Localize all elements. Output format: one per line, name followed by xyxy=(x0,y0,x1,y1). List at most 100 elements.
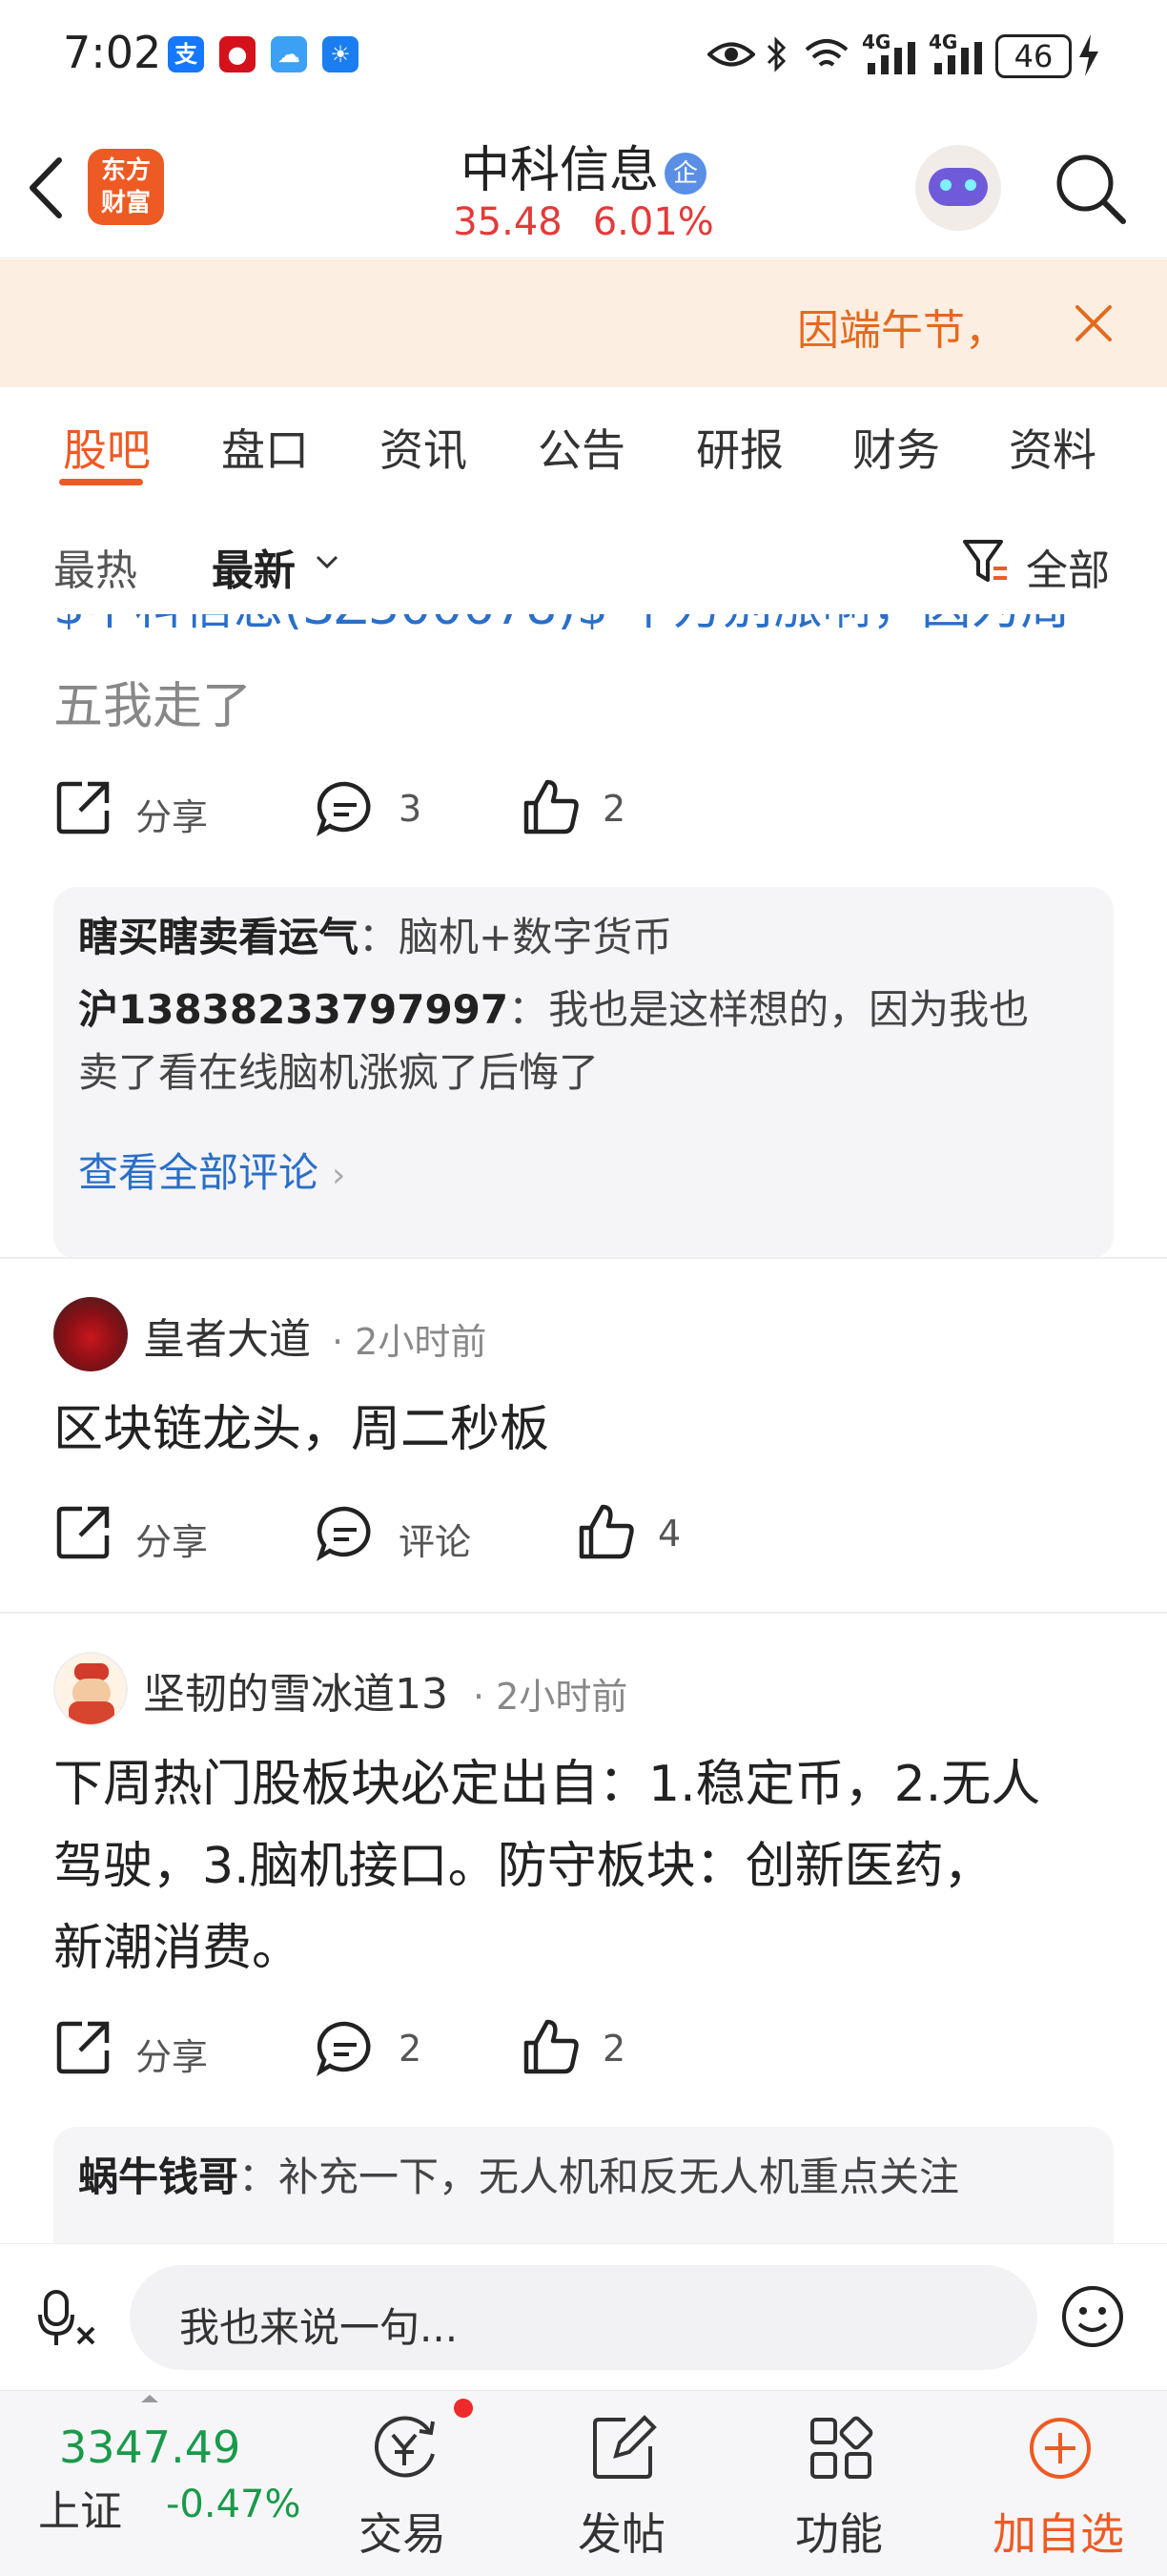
tab-research[interactable]: 研报 xyxy=(696,416,784,479)
nav-post[interactable]: 发帖 xyxy=(526,2391,717,2576)
share-label[interactable]: 分享 xyxy=(135,788,208,840)
tab-finance[interactable]: 财务 xyxy=(852,416,940,479)
stock-header: 东方 财富 中科信息企 35.48 6.01% xyxy=(0,113,1167,258)
holiday-notice-banner: 因端午节， xyxy=(0,259,1167,387)
post-1-body-top: $中科信息(SZ300678)$ 千万别涨啊，因为周 xyxy=(53,614,1131,629)
tab-guba[interactable]: 股吧 xyxy=(63,416,151,479)
apps-grid-icon xyxy=(810,2416,873,2479)
avatar[interactable] xyxy=(53,1297,128,1371)
search-icon[interactable] xyxy=(1053,151,1129,227)
stock-change: 6.01% xyxy=(592,200,714,244)
post-3-body-line: 新潮消费。 xyxy=(53,1920,302,1977)
comment-icon[interactable] xyxy=(315,2018,376,2079)
reply-user[interactable]: 蜗牛钱哥 xyxy=(78,2154,238,2200)
close-icon[interactable] xyxy=(1074,303,1114,343)
post-time-value: 2小时前 xyxy=(496,1676,628,1718)
battery-icon: 46 xyxy=(995,34,1072,78)
reply-user[interactable]: 沪13838233797997 xyxy=(78,986,508,1033)
reply-box[interactable]: 蜗牛钱哥：补充一下，无人机和反无人机重点关注 xyxy=(53,2127,1114,2243)
sort-filter-bar: 最热 最新 全部 xyxy=(0,498,1167,614)
sort-hot[interactable]: 最热 xyxy=(53,536,137,597)
bluetooth-icon xyxy=(767,36,787,72)
status-bar: 7:02 支 ● ☁ ☀ 4G 4G 46 xyxy=(0,0,1167,113)
robot-assistant-icon[interactable] xyxy=(915,145,1001,231)
index-change: -0.47% xyxy=(166,2483,301,2526)
status-time: 7:02 xyxy=(63,27,162,78)
enterprise-badge: 企 xyxy=(665,153,706,195)
nav-trade[interactable]: 交易 xyxy=(307,2391,498,2576)
share-icon[interactable] xyxy=(53,778,113,837)
reply-user[interactable]: 瞎买瞎卖看运气 xyxy=(78,914,358,960)
weather-app-icon: ☀ xyxy=(322,36,358,72)
reply-box[interactable]: 瞎买瞎卖看运气：脑机+数字货币 沪13838233797997：我也是这样想的，… xyxy=(53,887,1114,1259)
signal-icon-2 xyxy=(934,42,982,74)
comment-count[interactable]: 3 xyxy=(399,788,421,830)
share-icon[interactable] xyxy=(53,1503,113,1562)
like-count[interactable]: 4 xyxy=(658,1513,681,1555)
tab-profile[interactable]: 资料 xyxy=(1009,416,1096,479)
author-name[interactable]: 坚韧的雪冰道13 xyxy=(143,1659,448,1721)
signal-icon-1 xyxy=(868,42,915,74)
add-watch-label: 加自选 xyxy=(993,2508,1124,2560)
filter-all[interactable]: 全部 xyxy=(1026,536,1110,597)
share-label[interactable]: 分享 xyxy=(135,2028,208,2080)
post-feed[interactable]: $中科信息(SZ300678)$ 千万别涨啊，因为周 五我走了 分享 3 2 瞎… xyxy=(0,614,1167,2243)
like-icon[interactable] xyxy=(521,2016,582,2077)
index-name: 上证 xyxy=(38,2487,122,2536)
sort-latest[interactable]: 最新 xyxy=(212,536,296,597)
view-all-label: 查看全部评论 xyxy=(78,1149,319,1196)
comment-label[interactable]: 评论 xyxy=(399,1513,471,1565)
reply-line: 瞎买瞎卖看运气：脑机+数字货币 xyxy=(78,906,672,969)
filter-icon[interactable] xyxy=(961,536,1011,587)
comment-icon[interactable] xyxy=(315,1503,376,1564)
post-2-body[interactable]: 区块链龙头，周二秒板 xyxy=(53,1389,549,1471)
index-ticker[interactable]: 3347.49 上证 -0.47% xyxy=(0,2391,324,2576)
post-time-value: 2小时前 xyxy=(355,1321,487,1363)
emoji-icon[interactable] xyxy=(1060,2284,1125,2349)
share-icon[interactable] xyxy=(53,2018,113,2077)
comment-input[interactable]: 我也来说一句... xyxy=(130,2265,1037,2370)
charging-icon xyxy=(1079,34,1098,76)
add-to-watchlist-button[interactable]: 加自选 xyxy=(963,2391,1154,2576)
eye-icon xyxy=(707,42,755,67)
reply-text-cont: 卖了看在线脑机涨疯了后悔了 xyxy=(78,1049,600,1096)
comment-input-placeholder: 我也来说一句... xyxy=(179,2304,459,2351)
like-icon[interactable] xyxy=(576,1501,637,1562)
nav-post-label: 发帖 xyxy=(578,2508,665,2560)
chevron-down-icon[interactable] xyxy=(315,553,339,570)
post-3-body[interactable]: 下周热门股板块必定出自：1.稳定币，2.无人 驾驶，3.脑机接口。防守板块：创新… xyxy=(53,1743,1131,1989)
active-tab-indicator xyxy=(59,479,143,485)
wifi-icon xyxy=(805,39,849,67)
comment-icon[interactable] xyxy=(315,778,376,839)
index-value: 3347.49 xyxy=(59,2421,241,2473)
post-3-body-line: 下周热门股板块必定出自：1.稳定币，2.无人 xyxy=(53,1756,1041,1813)
alipay-icon: 支 xyxy=(168,36,204,72)
avatar[interactable] xyxy=(53,1652,128,1726)
cloud-app-icon: ☁ xyxy=(271,36,307,72)
voice-input-icon[interactable] xyxy=(38,2286,101,2349)
reply-line: 蜗牛钱哥：补充一下，无人机和反无人机重点关注 xyxy=(78,2146,959,2209)
view-all-comments-link[interactable]: 查看全部评论 › xyxy=(78,1141,345,1199)
notice-text: 因端午节， xyxy=(797,306,1007,355)
like-icon[interactable] xyxy=(521,776,582,837)
tab-news[interactable]: 资讯 xyxy=(379,416,467,479)
comment-count[interactable]: 2 xyxy=(399,2028,421,2070)
edit-post-icon xyxy=(593,2415,657,2479)
tab-pankou[interactable]: 盘口 xyxy=(221,416,309,479)
like-count[interactable]: 2 xyxy=(603,2028,625,2070)
trade-icon xyxy=(374,2416,435,2478)
post-3-body-line: 驾驶，3.脑机接口。防守板块：创新医药， xyxy=(53,1838,993,1895)
comment-input-bar: 我也来说一句... xyxy=(0,2243,1167,2391)
like-count[interactable]: 2 xyxy=(603,788,625,830)
tab-announcements[interactable]: 公告 xyxy=(538,416,625,479)
reply-line: 沪13838233797997：我也是这样想的，因为我也 卖了看在线脑机涨疯了后… xyxy=(78,979,1098,1104)
stock-price: 35.48 xyxy=(453,200,563,244)
nav-functions-label: 功能 xyxy=(795,2508,883,2560)
nav-functions[interactable]: 功能 xyxy=(744,2391,934,2576)
reply-text: ：脑机+数字货币 xyxy=(358,914,673,960)
plus-circle-icon xyxy=(1030,2418,1091,2479)
share-label[interactable]: 分享 xyxy=(135,1513,208,1565)
author-name[interactable]: 皇者大道 xyxy=(143,1305,311,1366)
stock-tabs: 股吧 盘口 资讯 公告 研报 财务 资料 xyxy=(0,387,1167,500)
post-time: · 2小时前 xyxy=(473,1676,628,1718)
